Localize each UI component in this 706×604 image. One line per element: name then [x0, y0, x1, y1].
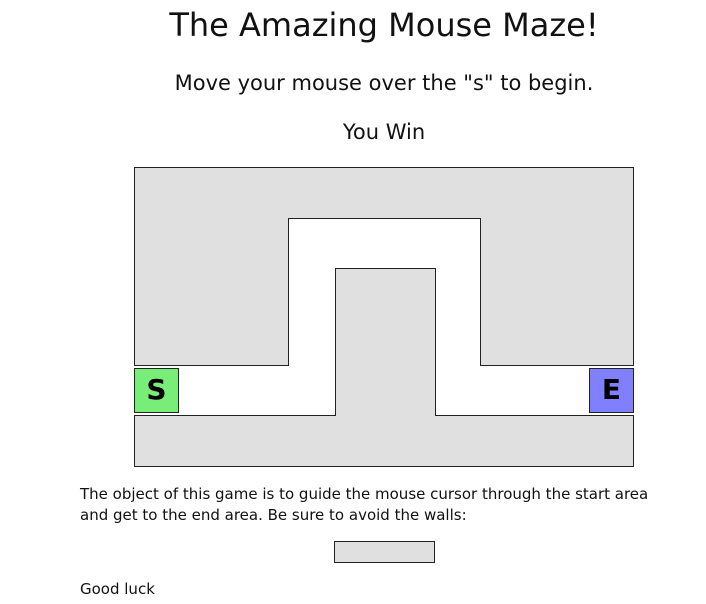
maze-end-area[interactable]: E: [589, 368, 634, 413]
maze-wall-bottom-merge: [336, 413, 435, 417]
maze-wall-center-pillar[interactable]: [335, 268, 436, 418]
maze-wall-top-merge-left: [135, 168, 288, 218]
maze-wall-top-merge-strip-left: [135, 217, 288, 220]
good-luck-text: Good luck: [80, 580, 155, 598]
game-description: The object of this game is to guide the …: [80, 485, 649, 524]
maze-wall-top-merge-mid: [288, 168, 481, 218]
maze-wall-bottom[interactable]: [134, 415, 634, 467]
maze-wall-top-merge-right: [481, 168, 633, 218]
maze-start-area[interactable]: S: [134, 368, 179, 413]
sample-wall-swatch: [334, 541, 435, 563]
maze-wall-top-merge-strip-right: [481, 217, 633, 220]
